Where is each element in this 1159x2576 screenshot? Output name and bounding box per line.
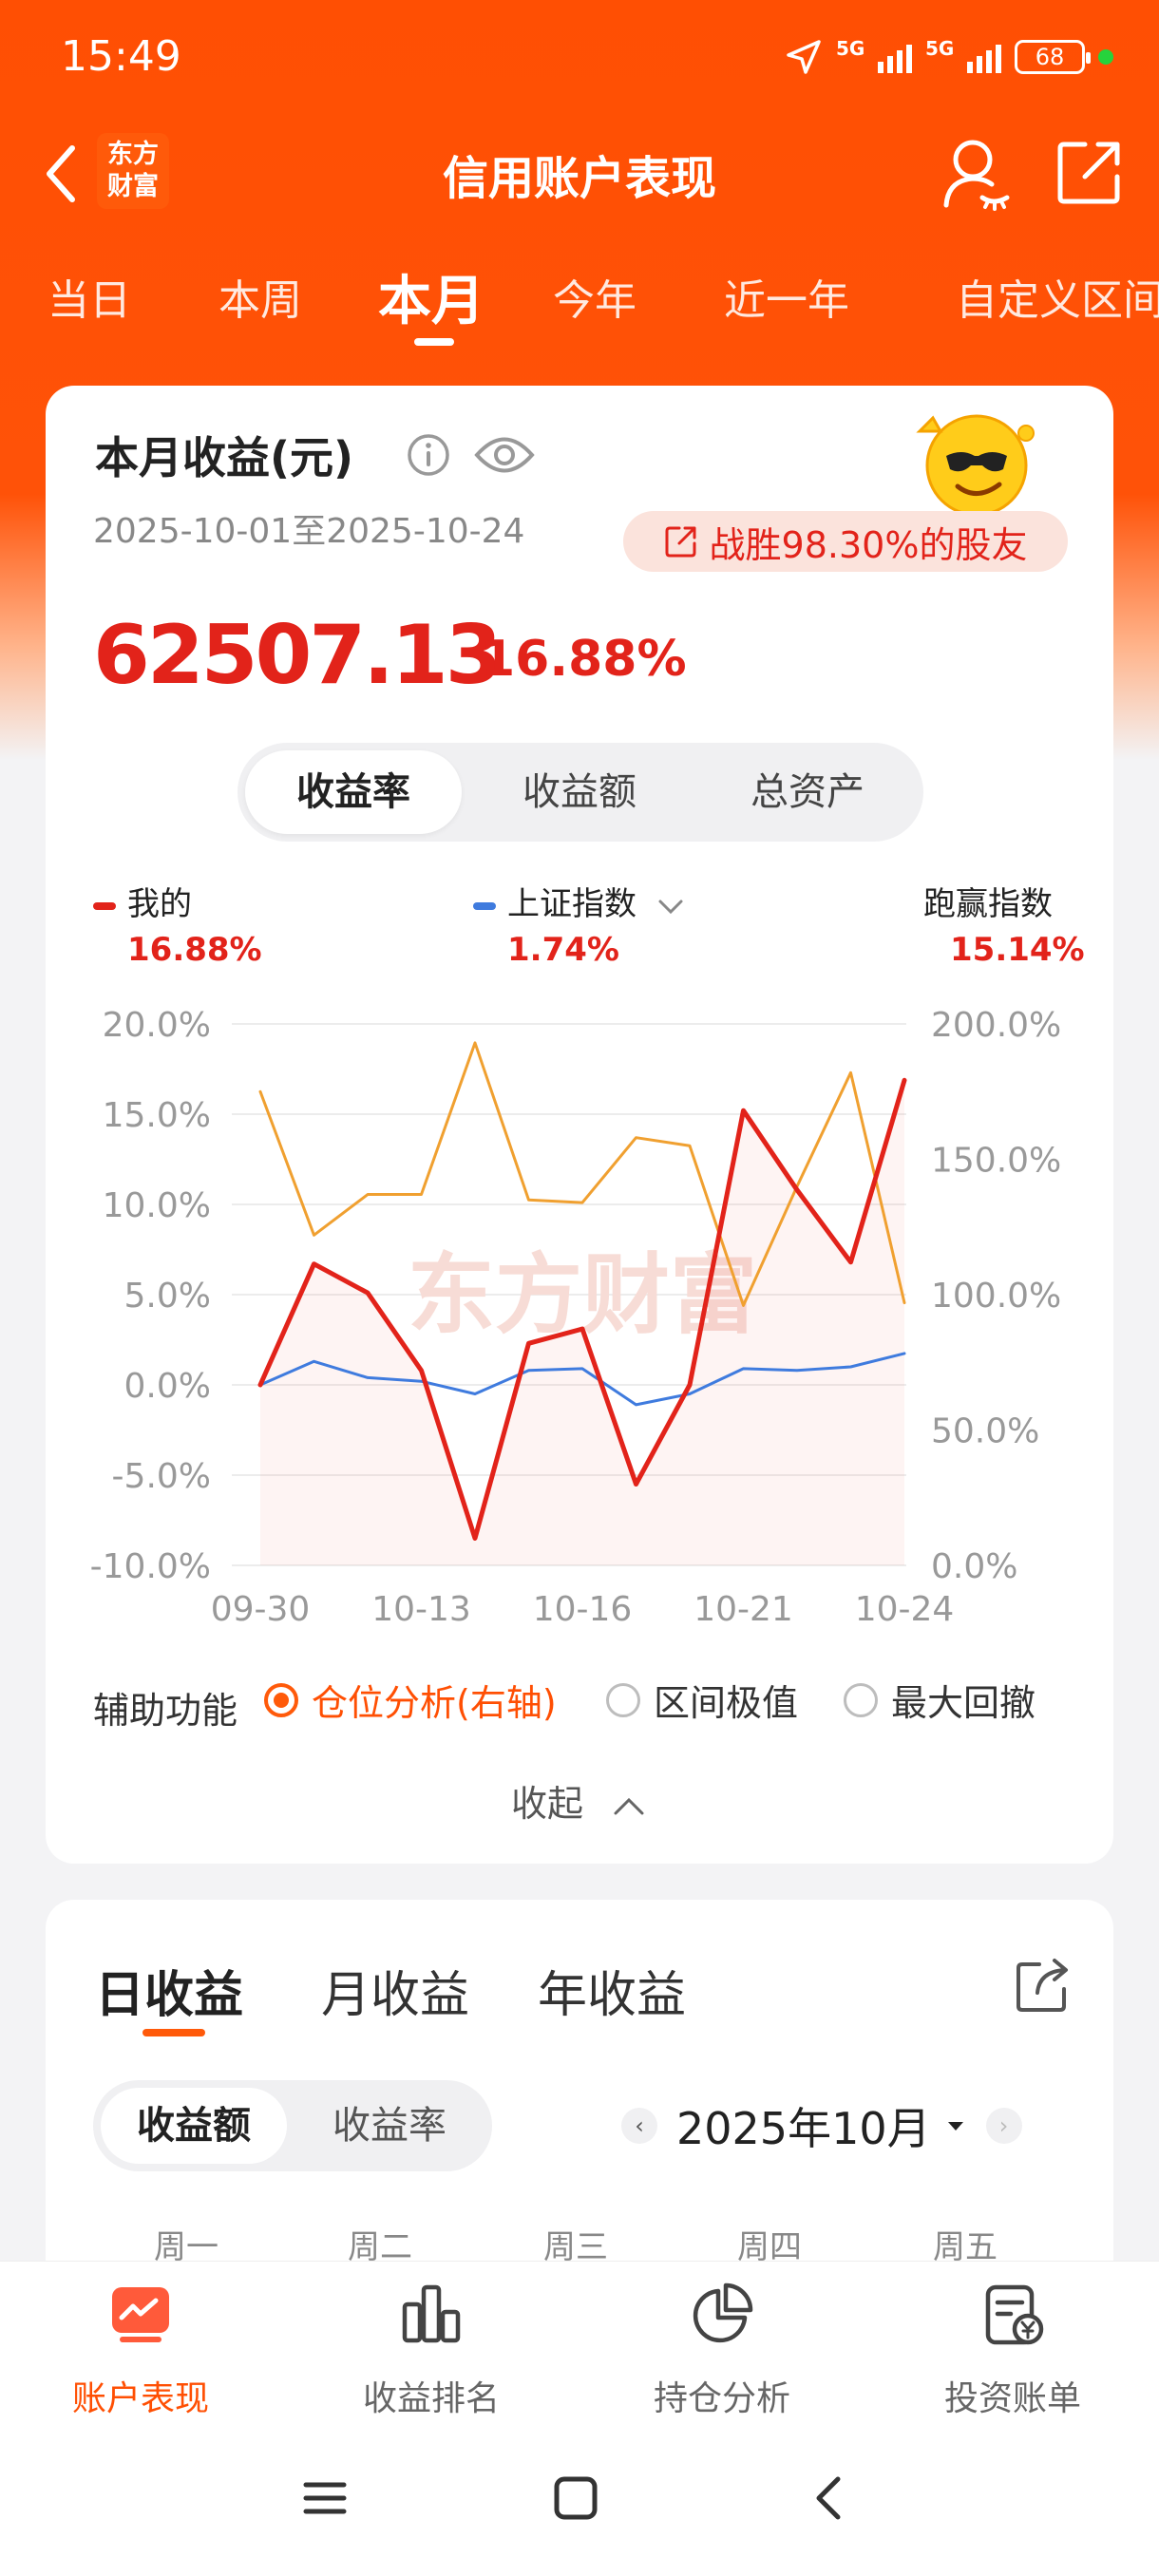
menu-icon[interactable] [300, 2473, 350, 2523]
signal-icon: 5G [836, 37, 912, 73]
mascot-emoji-icon [916, 414, 1035, 517]
home-icon[interactable] [551, 2473, 600, 2523]
x-tick-label: 10-13 [371, 1590, 471, 1629]
legend-index-value: 1.74% [507, 931, 619, 969]
y-left-tick-label: 20.0% [103, 1006, 211, 1045]
y-left-tick-label: -10.0% [90, 1547, 211, 1586]
battery-icon: 68 [1015, 40, 1091, 74]
chevron-up-icon [614, 1797, 644, 1814]
radio-unchecked-icon [606, 1682, 640, 1717]
caret-down-icon[interactable] [944, 2114, 967, 2137]
system-back-icon[interactable] [806, 2473, 855, 2523]
x-tick-label: 10-24 [855, 1590, 955, 1629]
info-icon[interactable] [407, 433, 450, 477]
tab-yearly-profit[interactable]: 年收益 [538, 1955, 686, 2026]
y-right-tick-label: 50.0% [931, 1412, 1039, 1451]
tab-this-week[interactable]: 本周 [218, 266, 302, 327]
y-left-tick-label: 15.0% [103, 1096, 211, 1135]
beat-text: 战胜98.30%的股友 [709, 523, 1028, 566]
month-selector: ‹ 2025年10月 › [621, 2097, 1022, 2154]
aux-option-range-extremes[interactable]: 区间极值 [606, 1674, 798, 1726]
share-edit-icon [665, 526, 696, 558]
x-tick-label: 10-16 [533, 1590, 633, 1629]
user-privacy-icon[interactable] [940, 135, 1011, 211]
card-title: 本月收益(元) [95, 432, 354, 483]
export-icon[interactable] [1015, 1957, 1072, 2014]
tab-daily-profit[interactable]: 日收益 [95, 1955, 243, 2026]
segment-amount[interactable]: 收益额 [101, 2088, 287, 2164]
segment-total-assets[interactable]: 总资产 [699, 750, 916, 834]
segment-rate[interactable]: 收益率 [294, 2088, 484, 2164]
period-tabs: 当日 本周 本月 今年 近一年 自定义区间 [0, 266, 1159, 351]
legend-outperform-value: 15.14% [950, 931, 1085, 969]
share-icon[interactable] [1056, 139, 1123, 205]
signal-icon: 5G [925, 37, 1001, 73]
legend-index-selector[interactable]: 上证指数 [473, 878, 687, 924]
tab-custom-range[interactable]: 自定义区间 [956, 266, 1159, 327]
radio-unchecked-icon [844, 1682, 878, 1717]
chevron-down-icon [658, 900, 683, 914]
nav-profit-ranking[interactable]: 收益排名 [327, 2280, 536, 2420]
profit-amount: 62507.13 [93, 608, 503, 703]
x-tick-label: 09-30 [211, 1590, 311, 1629]
y-left-tick-label: 10.0% [103, 1186, 211, 1225]
nav-investment-bill[interactable]: 投资账单 [908, 2280, 1117, 2420]
aux-functions: 辅助功能 仓位分析(右轴) 区间极值 最大回撤 [93, 1674, 1081, 1732]
date-range: 2025-10-01至2025-10-24 [93, 512, 525, 551]
status-icons: 5G 5G 68 [785, 34, 1113, 80]
return-chart[interactable]: 东方财富20.0%15.0%10.0%5.0%0.0%-5.0%-10.0%20… [46, 969, 1113, 1643]
segment-return-rate[interactable]: 收益率 [245, 750, 462, 834]
location-icon [787, 40, 821, 74]
beat-peers-badge[interactable]: 战胜98.30%的股友 [623, 511, 1068, 572]
segment-return-amount[interactable]: 收益额 [471, 750, 688, 834]
bill-icon [985, 2284, 1044, 2345]
y-left-tick-label: 5.0% [124, 1277, 211, 1316]
eye-icon[interactable] [473, 429, 536, 481]
x-tick-label: 10-21 [694, 1590, 793, 1629]
tab-this-year[interactable]: 今年 [553, 266, 636, 327]
prev-month-icon[interactable]: ‹ [621, 2108, 657, 2144]
y-right-tick-label: 100.0% [931, 1277, 1061, 1316]
pie-chart-icon [693, 2282, 753, 2343]
tab-this-month[interactable]: 本月 [378, 258, 484, 335]
bar-chart-icon [402, 2284, 461, 2343]
chart-mode-segment: 收益率 收益额 总资产 [238, 743, 923, 842]
daily-mode-segment: 收益额 收益率 [93, 2080, 492, 2171]
nav-account-performance[interactable]: 账户表现 [36, 2280, 245, 2420]
subtab-indicator [142, 2029, 205, 2036]
y-left-tick-label: 0.0% [124, 1367, 211, 1406]
y-right-tick-label: 150.0% [931, 1142, 1061, 1181]
collapse-button[interactable]: 收起 [0, 1774, 1159, 1827]
tab-monthly-profit[interactable]: 月收益 [321, 1955, 469, 2026]
radio-checked-icon [264, 1682, 298, 1717]
nav-holding-analysis[interactable]: 持仓分析 [618, 2280, 826, 2420]
legend-mine-value: 16.88% [127, 931, 262, 969]
aux-label: 辅助功能 [93, 1690, 238, 1732]
legend-outperform: 跑赢指数 [923, 885, 1053, 923]
aux-option-position-analysis[interactable]: 仓位分析(右轴) [264, 1674, 557, 1726]
current-month[interactable]: 2025年10月 [676, 2094, 931, 2157]
tab-today[interactable]: 当日 [48, 266, 131, 327]
status-time: 15:49 [61, 32, 181, 81]
next-month-icon[interactable]: › [985, 2108, 1022, 2144]
tab-last-year[interactable]: 近一年 [724, 266, 849, 327]
legend-mine: 我的 [93, 878, 192, 924]
aux-option-max-drawdown[interactable]: 最大回撤 [844, 1674, 1036, 1726]
y-right-tick-label: 0.0% [931, 1547, 1017, 1586]
y-left-tick-label: -5.0% [112, 1457, 211, 1496]
privacy-dot-icon [1098, 49, 1113, 65]
profit-percent: 16.88% [481, 631, 687, 688]
performance-chart-icon [112, 2287, 169, 2342]
y-right-tick-label: 200.0% [931, 1006, 1061, 1045]
tab-indicator [414, 338, 454, 346]
